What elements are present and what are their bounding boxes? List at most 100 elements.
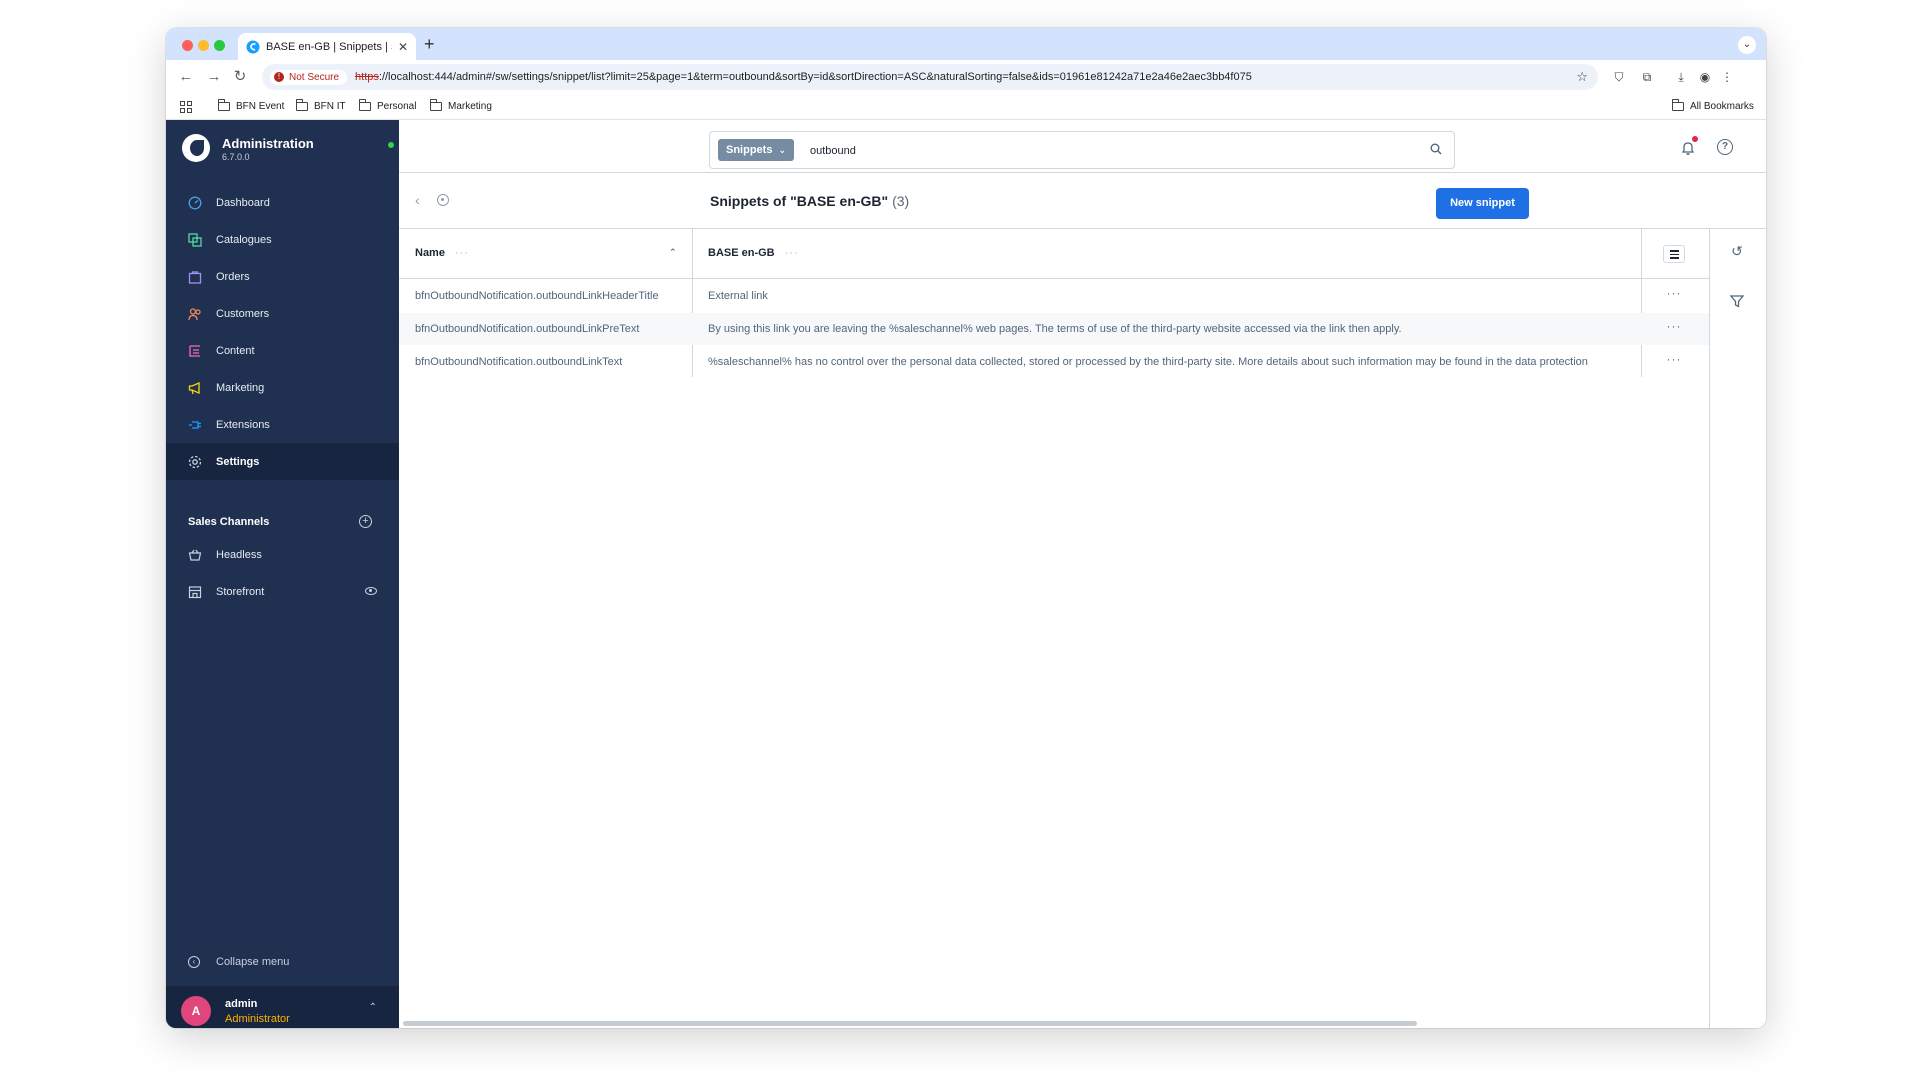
browser-menu-icon[interactable]: ⋮ [1718, 68, 1736, 86]
browser-window: BASE en-GB | Snippets | Shop ✕ + ⌄ ← → ↻… [166, 28, 1766, 1028]
row-actions-icon[interactable]: ··· [1663, 287, 1685, 303]
download-icon[interactable]: ⤓ [1672, 68, 1690, 86]
app-title: Administration [222, 136, 314, 151]
bookmark-folder[interactable]: BFN Event [218, 99, 284, 112]
storefront-icon [188, 586, 202, 599]
close-tab-icon[interactable]: ✕ [398, 40, 408, 54]
snippet-value[interactable]: By using this link you are leaving the %… [708, 323, 1638, 335]
sidebar-item-catalogues[interactable]: Catalogues [166, 221, 399, 258]
back-chevron-icon[interactable]: ‹ [415, 192, 431, 208]
row-actions-icon[interactable]: ··· [1663, 320, 1685, 336]
smart-bar: ‹ Snippets of "BASE en-GB" (3) New snipp… [399, 173, 1766, 229]
catalogues-icon [188, 232, 202, 247]
sort-ascending-icon[interactable]: ⌃ [669, 247, 677, 258]
url-scheme: https [355, 71, 379, 83]
close-window-button[interactable] [182, 40, 193, 51]
avatar: A [181, 996, 211, 1026]
sidebar-item-dashboard[interactable]: Dashboard [166, 184, 399, 221]
sidebar-item-extensions[interactable]: Extensions [166, 406, 399, 443]
sales-channels-heading: Sales Channels [188, 516, 270, 528]
sidebar-item-marketing[interactable]: Marketing [166, 369, 399, 406]
all-bookmarks[interactable]: All Bookmarks [1672, 99, 1754, 112]
security-chip[interactable]: ! Not Secure [270, 69, 348, 85]
tab-search-icon[interactable]: ⌄ [1738, 36, 1756, 54]
table-row[interactable]: bfnOutboundNotification.outboundLinkHead… [399, 280, 1709, 312]
column-header-base-en-gb[interactable]: BASE en-GB ··· [708, 247, 799, 259]
dashboard-icon [188, 196, 202, 209]
bookmarks-bar: BFN Event BFN IT Personal Marketing All … [166, 94, 1766, 120]
collapse-menu-button[interactable]: ‹ Collapse menu [188, 956, 289, 968]
apps-grid-icon[interactable] [180, 101, 192, 113]
sidebar-item-content[interactable]: Content [166, 332, 399, 369]
folder-icon [296, 99, 308, 111]
grid-settings-button[interactable] [1663, 245, 1685, 263]
minimize-window-button[interactable] [198, 40, 209, 51]
tab-title: BASE en-GB | Snippets | Shop [266, 40, 392, 53]
table-row[interactable]: bfnOutboundNotification.outboundLinkText… [399, 346, 1709, 378]
extension-shield-icon[interactable]: ⛉ [1610, 68, 1628, 86]
back-icon[interactable]: ← [176, 67, 196, 87]
snippet-value[interactable]: External link [708, 290, 1638, 302]
new-tab-button[interactable]: + [424, 34, 435, 54]
folder-icon [218, 99, 230, 111]
extensions-puzzle-icon[interactable]: ⧉ [1638, 68, 1656, 86]
search-type-dropdown[interactable]: Snippets ⌄ [718, 139, 794, 161]
folder-icon [430, 99, 442, 111]
address-bar[interactable]: ! Not Secure https://localhost:444/admin… [262, 64, 1598, 90]
filter-icon[interactable] [1729, 293, 1745, 309]
sidebar-item-orders[interactable]: Orders [166, 258, 399, 295]
bookmark-star-icon[interactable]: ☆ [1576, 69, 1588, 85]
snippet-name[interactable]: bfnOutboundNotification.outboundLinkText [415, 356, 685, 368]
snippet-name[interactable]: bfnOutboundNotification.outboundLinkPreT… [415, 323, 685, 335]
app-version: 6.7.0.0 [222, 152, 250, 162]
admin-app: Administration 6.7.0.0 Dashboard Catalog… [166, 120, 1766, 1028]
snippet-grid: Name ··· ⌃ BASE en-GB ··· bfnOutboundNotif… [399, 229, 1709, 1028]
search-icon[interactable] [1430, 143, 1442, 155]
add-sales-channel-icon[interactable]: + [359, 515, 372, 528]
table-row[interactable]: bfnOutboundNotification.outboundLinkPreT… [399, 313, 1709, 345]
collapse-icon: ‹ [188, 956, 200, 968]
refresh-icon[interactable]: ↺ [1729, 243, 1745, 259]
folder-icon [1672, 99, 1684, 111]
settings-icon [437, 194, 449, 206]
notifications-bell-icon[interactable] [1680, 140, 1696, 156]
chevron-up-icon[interactable]: ⌃ [369, 1002, 377, 1013]
reload-icon[interactable]: ↻ [230, 67, 250, 87]
customers-icon [188, 307, 201, 320]
horizontal-scrollbar[interactable] [399, 1018, 1709, 1028]
sales-channel-headless[interactable]: Headless [166, 540, 399, 570]
new-snippet-button[interactable]: New snippet [1436, 188, 1529, 219]
extensions-plug-icon [189, 420, 201, 429]
snippet-name[interactable]: bfnOutboundNotification.outboundLinkHead… [415, 290, 685, 302]
forward-icon[interactable]: → [204, 67, 224, 87]
maximize-window-button[interactable] [214, 40, 225, 51]
search-input[interactable] [810, 141, 1410, 161]
scrollbar-thumb[interactable] [403, 1021, 1417, 1026]
content-icon [189, 344, 200, 357]
shopware-logo-icon [182, 134, 210, 162]
user-role: Administrator [225, 1013, 290, 1025]
sidebar-item-customers[interactable]: Customers [166, 295, 399, 332]
top-bar: Snippets⌄ ? [399, 120, 1766, 173]
browser-tab[interactable]: BASE en-GB | Snippets | Shop ✕ [238, 33, 416, 60]
column-menu-icon[interactable]: ··· [455, 247, 469, 259]
sales-channel-storefront[interactable]: Storefront [166, 577, 399, 607]
basket-icon [188, 549, 202, 561]
orders-bag-icon [188, 270, 202, 284]
user-menu[interactable]: A admin Administrator ⌃ [166, 986, 399, 1028]
tab-strip: BASE en-GB | Snippets | Shop ✕ + ⌄ [166, 28, 1766, 60]
row-actions-icon[interactable]: ··· [1663, 353, 1685, 369]
profile-icon[interactable]: ◉ [1696, 68, 1714, 86]
snippet-value[interactable]: %saleschannel% has no control over the p… [708, 356, 1638, 368]
sidebar-item-settings[interactable]: Settings [166, 443, 399, 480]
sidebar-right: ↺ [1709, 229, 1766, 1028]
bookmark-folder[interactable]: Marketing [430, 99, 492, 112]
chevron-down-icon: ⌄ [778, 145, 786, 155]
bookmark-folder[interactable]: Personal [359, 99, 416, 112]
global-search: Snippets ⌄ [709, 131, 1455, 169]
column-menu-icon[interactable]: ··· [785, 247, 799, 259]
eye-icon[interactable] [365, 587, 377, 595]
column-header-name[interactable]: Name ··· [415, 247, 469, 259]
help-icon[interactable]: ? [1717, 139, 1733, 155]
bookmark-folder[interactable]: BFN IT [296, 99, 346, 112]
